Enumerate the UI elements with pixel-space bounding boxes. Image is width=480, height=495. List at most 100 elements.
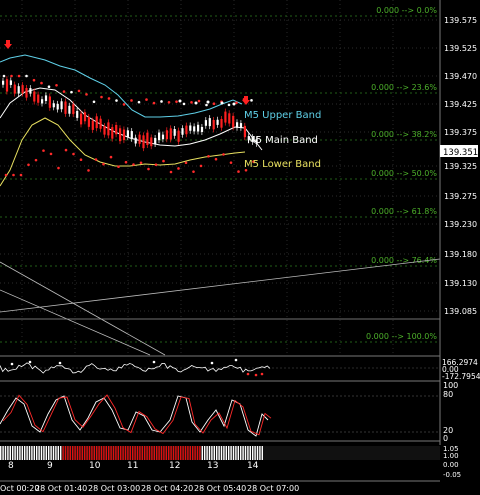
trading-chart[interactable]: 0.000 --> 0.0% 0.000 --> 23.6% 0.000 --> 3…: [0, 0, 480, 495]
candle-body: [142, 135, 145, 149]
bar-segment: [204, 446, 206, 460]
signal-dot: [57, 166, 60, 170]
bar-segment: [24, 446, 26, 460]
signal-dot: [167, 100, 171, 104]
signal-dot: [27, 163, 30, 167]
bar-segment: [88, 446, 91, 460]
bar-segment: [86, 446, 88, 460]
cci-dot: [246, 372, 250, 376]
bar-segment: [232, 446, 235, 460]
signal-dot: [42, 149, 45, 152]
fib-level-label: 0.000 --> 38.2%: [371, 130, 437, 139]
bar-segment: [218, 446, 220, 460]
signal-dot: [64, 148, 68, 152]
candle-body: [224, 111, 227, 123]
candle-body: [216, 119, 219, 125]
bar-segment: [0, 446, 2, 460]
signal-dot: [130, 99, 133, 102]
bar-segment: [192, 446, 194, 460]
signal-dot: [160, 100, 163, 103]
signal-arrows: [4, 40, 250, 105]
candle-body: [169, 128, 172, 140]
candle-body: [138, 134, 141, 144]
bar-segment: [21, 446, 23, 460]
hour-label: 9: [47, 461, 53, 471]
time-tick-label: 28 Oct 01:40: [35, 484, 87, 493]
bar-segment: [67, 446, 69, 460]
time-tick-label: 28 Oct 03:00: [88, 484, 140, 493]
bar-segment: [172, 446, 175, 460]
bar-segment: [228, 446, 230, 460]
bar-segment: [50, 446, 52, 460]
bar-segment: [187, 446, 189, 460]
candle-body: [130, 131, 133, 139]
bar-segment: [252, 446, 254, 460]
candle-body: [236, 122, 239, 128]
bar-segment: [235, 446, 237, 460]
bar-segment: [247, 446, 249, 460]
bar-segment: [206, 446, 208, 460]
candle-body: [150, 137, 153, 147]
fib-level-label: 0.000 --> 50.0%: [371, 169, 437, 178]
signal-dot: [152, 101, 156, 105]
price-tick-label: 139.425: [444, 100, 477, 109]
bar-segment: [52, 446, 55, 460]
bar-segment: [199, 446, 201, 460]
signal-dot: [102, 162, 105, 166]
candle-body: [111, 127, 114, 139]
candle-body: [239, 123, 243, 128]
signal-dot: [2, 74, 6, 78]
candle-body: [9, 80, 12, 85]
candle-body: [146, 132, 149, 145]
candle-body: [80, 113, 83, 125]
candle-body: [204, 120, 207, 126]
bar-segment: [216, 446, 218, 460]
upper-band-line: [0, 54, 243, 118]
bar-segment: [139, 446, 141, 460]
trend-line: [0, 289, 151, 356]
signal-dot: [117, 165, 120, 169]
signal-dot: [207, 154, 210, 158]
candle-body: [64, 101, 67, 114]
bar-segment: [256, 446, 259, 460]
bar-segment: [57, 446, 59, 460]
cci-dot: [210, 361, 214, 365]
candle-body: [158, 132, 161, 141]
bar-segment: [254, 446, 256, 460]
cci-panel[interactable]: 166.2974 0.00 -172.7954: [0, 355, 480, 382]
bar-segment: [110, 446, 112, 460]
bar-segment: [184, 446, 187, 460]
price-pane[interactable]: 0.000 --> 0.0% 0.000 --> 23.6% 0.000 --> 3…: [0, 0, 441, 356]
price-tick-label: 139.275: [444, 192, 477, 201]
bar-segment: [48, 446, 50, 460]
signal-dot: [72, 152, 75, 156]
candle-body: [103, 126, 106, 135]
signal-dot: [25, 74, 28, 78]
candle-body: [107, 122, 110, 136]
fib-level-label: 0.000 --> 100.0%: [366, 332, 437, 341]
bar-segment: [261, 446, 263, 460]
bar-segment: [60, 446, 62, 460]
bar-segment: [12, 446, 14, 460]
time-tick-label: 28 Oct 04:20: [141, 484, 193, 493]
candle-body: [13, 84, 16, 94]
candle-body: [243, 125, 246, 138]
hour-label: 10: [89, 461, 101, 471]
stoch-label-0: 0: [443, 434, 448, 443]
signal-dot: [147, 167, 150, 171]
bar-segment: [170, 446, 172, 460]
signal-dot: [4, 173, 8, 177]
signal-dot: [229, 161, 233, 164]
bar-segment: [153, 446, 155, 460]
candle-body: [95, 116, 98, 129]
bar-segment: [196, 446, 199, 460]
signal-dot: [222, 153, 225, 156]
candle-body: [33, 91, 36, 102]
signal-dot: [227, 103, 231, 107]
stochastic-panel[interactable]: 100 80 20 0: [0, 381, 458, 443]
price-tick-label: 139.375: [444, 128, 477, 137]
signal-dot: [49, 152, 53, 156]
bar-indicator-panel[interactable]: 1.05 1.00 0.00 -0.05: [0, 445, 461, 479]
bar-segment: [9, 446, 11, 460]
candle-body: [173, 129, 176, 136]
